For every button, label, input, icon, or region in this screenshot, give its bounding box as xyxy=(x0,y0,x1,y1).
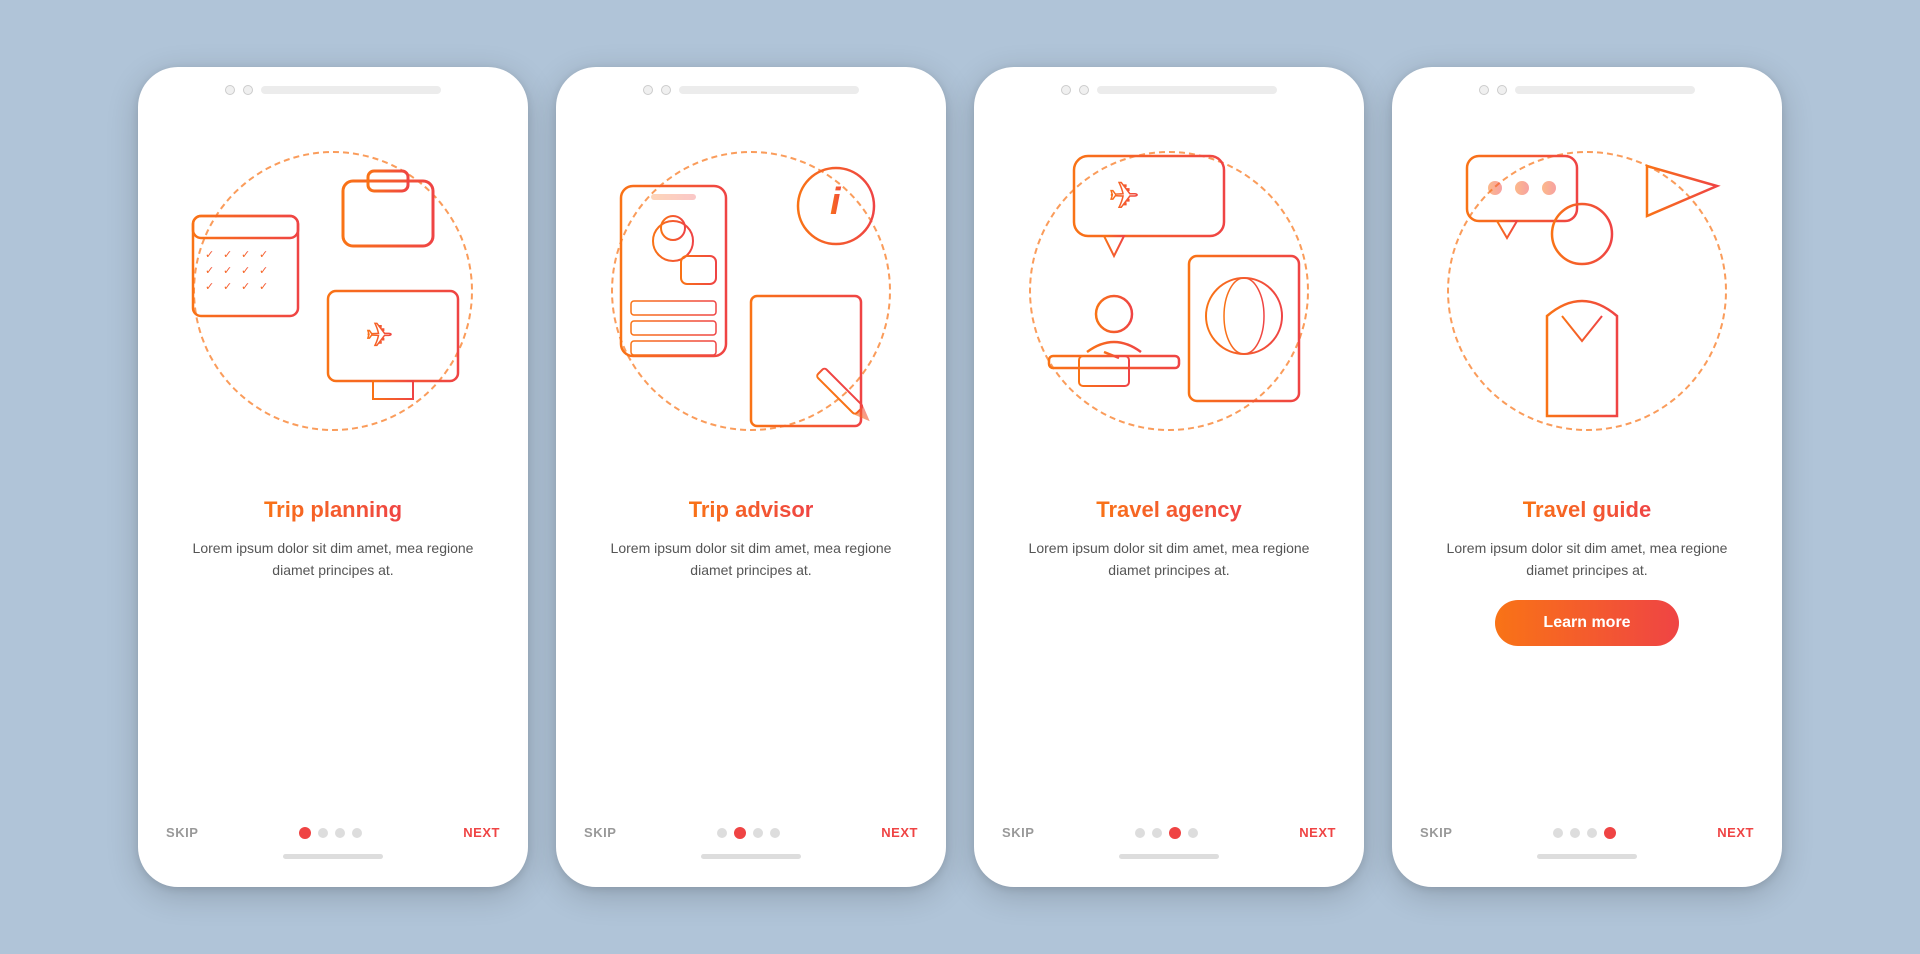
nav-dot xyxy=(1135,828,1145,838)
svg-text:✓: ✓ xyxy=(205,265,214,277)
bottom-bar-1 xyxy=(283,854,383,859)
phone-title-2: Trip advisor xyxy=(689,497,814,523)
phone-topbar-3 xyxy=(974,67,1364,101)
nav-dot-active xyxy=(1169,827,1181,839)
bottom-bar-2 xyxy=(701,854,801,859)
svg-text:✈: ✈ xyxy=(1109,175,1139,216)
dots-nav-2 xyxy=(717,827,780,839)
nav-dot-active xyxy=(734,827,746,839)
phone-body-1: Lorem ipsum dolor sit dim amet, mea regi… xyxy=(170,537,496,582)
phone-content-1: Trip planning Lorem ipsum dolor sit dim … xyxy=(138,481,528,815)
illustration-trip-advisor: i xyxy=(556,101,946,481)
nav-dot xyxy=(335,828,345,838)
topbar-dot xyxy=(1079,85,1089,95)
phone-body-3: Lorem ipsum dolor sit dim amet, mea regi… xyxy=(1006,537,1332,582)
dots-nav-3 xyxy=(1135,827,1198,839)
phone-bottom-2: SKIP NEXT xyxy=(556,815,946,840)
topbar-dot xyxy=(643,85,653,95)
dots-nav-4 xyxy=(1553,827,1616,839)
topbar-dot xyxy=(225,85,235,95)
phone-topbar-2 xyxy=(556,67,946,101)
phone-trip-advisor: i Trip advisor Lorem xyxy=(556,67,946,887)
phone-topbar-4 xyxy=(1392,67,1782,101)
bottom-bar-3 xyxy=(1119,854,1219,859)
nav-dot xyxy=(1570,828,1580,838)
svg-text:✓: ✓ xyxy=(241,249,250,261)
trip-advisor-svg: i xyxy=(601,136,901,456)
skip-button-3[interactable]: SKIP xyxy=(1002,825,1034,840)
next-button-1[interactable]: NEXT xyxy=(463,825,500,840)
phone-trip-planning: ✓ ✓ ✓ ✓ ✓ ✓ ✓ ✓ ✓ ✓ ✓ ✓ xyxy=(138,67,528,887)
nav-dot-active xyxy=(299,827,311,839)
phones-container: ✓ ✓ ✓ ✓ ✓ ✓ ✓ ✓ ✓ ✓ ✓ ✓ xyxy=(98,27,1822,927)
trip-planning-svg: ✓ ✓ ✓ ✓ ✓ ✓ ✓ ✓ ✓ ✓ ✓ ✓ xyxy=(183,136,483,456)
svg-text:✓: ✓ xyxy=(259,265,268,277)
svg-text:✓: ✓ xyxy=(223,249,232,261)
travel-agency-svg: ✈ xyxy=(1019,136,1319,456)
dots-nav-1 xyxy=(299,827,362,839)
phone-title-3: Travel agency xyxy=(1096,497,1242,523)
learn-more-button[interactable]: Learn more xyxy=(1495,600,1678,646)
next-button-4[interactable]: NEXT xyxy=(1717,825,1754,840)
svg-text:✓: ✓ xyxy=(205,249,214,261)
phone-title-4: Travel guide xyxy=(1523,497,1651,523)
topbar-line xyxy=(261,86,441,94)
phone-bottom-4: SKIP NEXT xyxy=(1392,815,1782,840)
phone-content-2: Trip advisor Lorem ipsum dolor sit dim a… xyxy=(556,481,946,815)
nav-dot xyxy=(753,828,763,838)
illustration-trip-planning: ✓ ✓ ✓ ✓ ✓ ✓ ✓ ✓ ✓ ✓ ✓ ✓ xyxy=(138,101,528,481)
phone-topbar-1 xyxy=(138,67,528,101)
svg-text:✓: ✓ xyxy=(223,265,232,277)
topbar-dot xyxy=(243,85,253,95)
svg-text:✓: ✓ xyxy=(259,281,268,293)
nav-dot xyxy=(770,828,780,838)
next-button-3[interactable]: NEXT xyxy=(1299,825,1336,840)
nav-dot xyxy=(318,828,328,838)
topbar-dot xyxy=(1479,85,1489,95)
topbar-line xyxy=(1515,86,1695,94)
nav-dot xyxy=(1188,828,1198,838)
svg-text:✓: ✓ xyxy=(259,249,268,261)
nav-dot xyxy=(1587,828,1597,838)
phone-bottom-3: SKIP NEXT xyxy=(974,815,1364,840)
topbar-line xyxy=(679,86,859,94)
phone-content-4: Travel guide Lorem ipsum dolor sit dim a… xyxy=(1392,481,1782,815)
phone-travel-agency: ✈ xyxy=(974,67,1364,887)
illustration-travel-guide xyxy=(1392,101,1782,481)
nav-dot xyxy=(1152,828,1162,838)
nav-dot xyxy=(1553,828,1563,838)
skip-button-4[interactable]: SKIP xyxy=(1420,825,1452,840)
svg-text:i: i xyxy=(830,181,842,223)
svg-text:✓: ✓ xyxy=(241,265,250,277)
topbar-dot xyxy=(1061,85,1071,95)
skip-button-2[interactable]: SKIP xyxy=(584,825,616,840)
phone-bottom-1: SKIP NEXT xyxy=(138,815,528,840)
next-button-2[interactable]: NEXT xyxy=(881,825,918,840)
illustration-travel-agency: ✈ xyxy=(974,101,1364,481)
phone-travel-guide: Travel guide Lorem ipsum dolor sit dim a… xyxy=(1392,67,1782,887)
bottom-bar-4 xyxy=(1537,854,1637,859)
phone-content-3: Travel agency Lorem ipsum dolor sit dim … xyxy=(974,481,1364,815)
topbar-dot xyxy=(1497,85,1507,95)
phone-title-1: Trip planning xyxy=(264,497,402,523)
svg-text:✓: ✓ xyxy=(241,281,250,293)
svg-text:✓: ✓ xyxy=(205,281,214,293)
svg-text:✈: ✈ xyxy=(366,317,393,353)
nav-dot-active xyxy=(1604,827,1616,839)
topbar-line xyxy=(1097,86,1277,94)
travel-guide-svg xyxy=(1437,136,1737,456)
topbar-dot xyxy=(661,85,671,95)
skip-button-1[interactable]: SKIP xyxy=(166,825,198,840)
svg-text:✓: ✓ xyxy=(223,281,232,293)
phone-body-2: Lorem ipsum dolor sit dim amet, mea regi… xyxy=(588,537,914,582)
nav-dot xyxy=(717,828,727,838)
phone-body-4: Lorem ipsum dolor sit dim amet, mea regi… xyxy=(1424,537,1750,582)
nav-dot xyxy=(352,828,362,838)
